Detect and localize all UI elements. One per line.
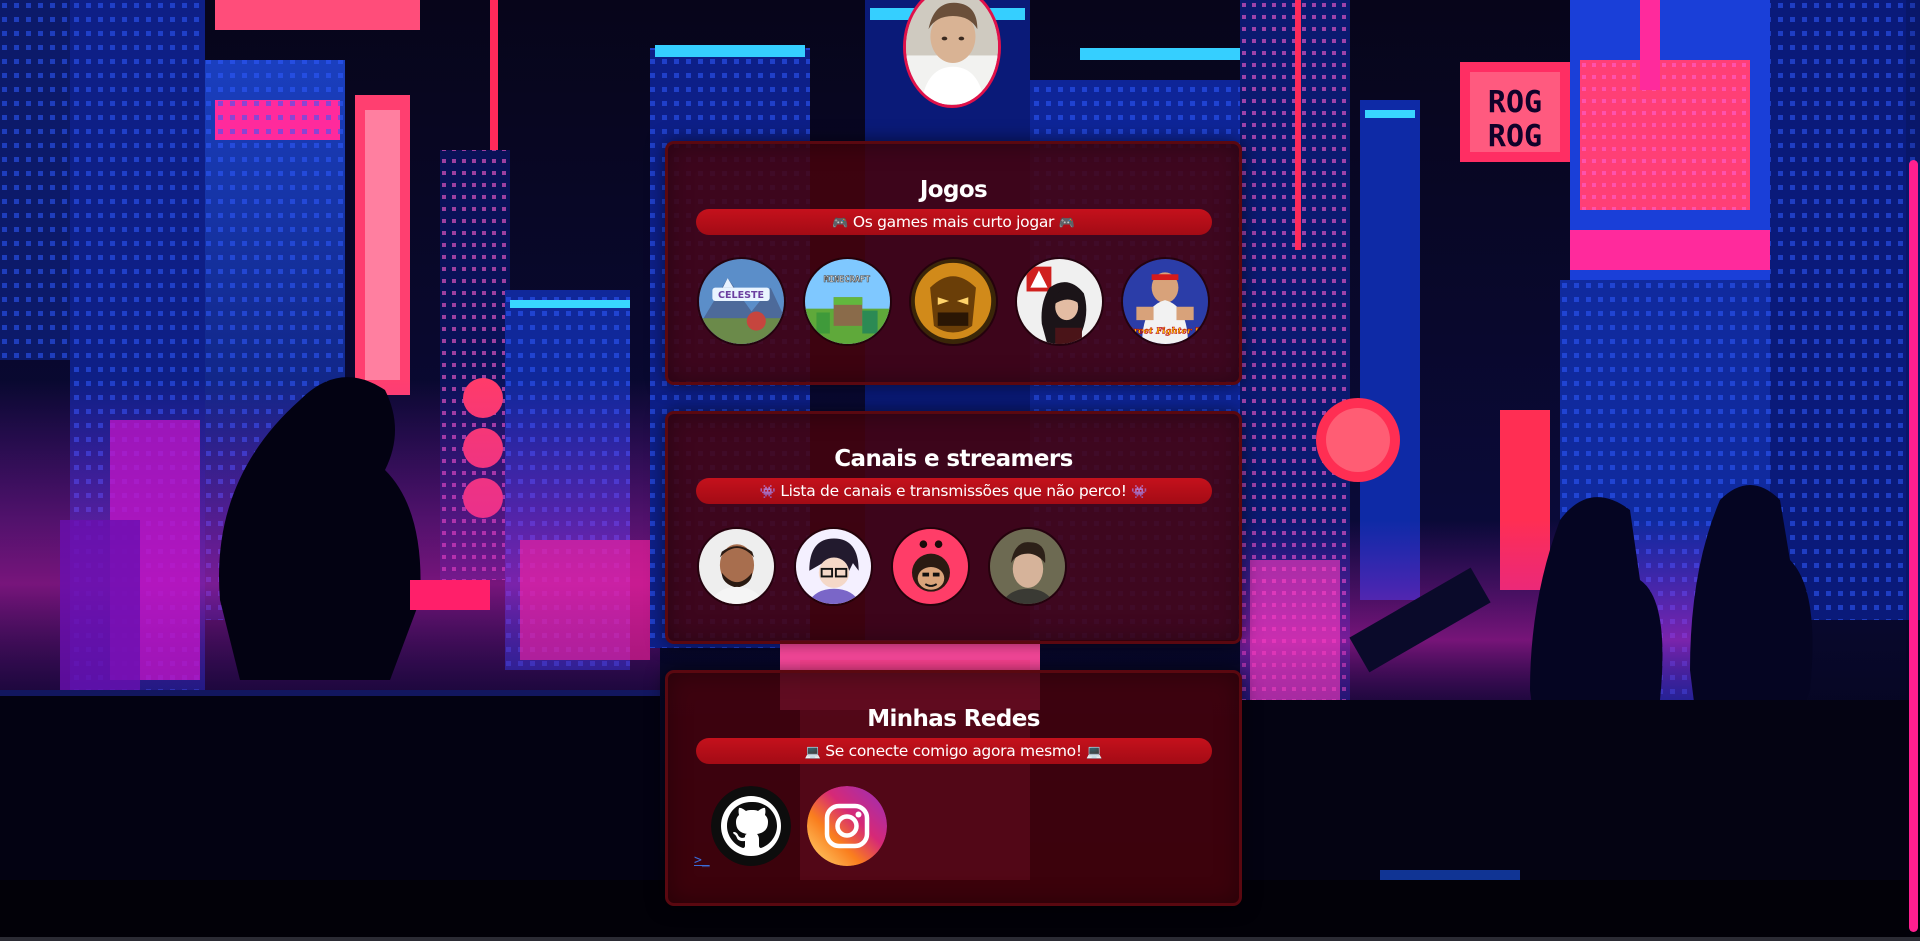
github-link[interactable] bbox=[711, 786, 791, 866]
laptop-emoji-icon: 💻 bbox=[804, 745, 821, 760]
games-card: Jogos 🎮 Os games mais curto jogar 🎮 CELE… bbox=[665, 141, 1242, 385]
page-scrollbar[interactable] bbox=[1906, 0, 1920, 941]
streamer-1[interactable] bbox=[697, 527, 776, 606]
streamer-2[interactable] bbox=[794, 527, 873, 606]
celeste-logo: CELESTE bbox=[718, 290, 764, 301]
games-list: CELESTE MINECRAFT Street Fighter III bbox=[697, 257, 1210, 346]
street-fighter-logo: Street Fighter III bbox=[1123, 326, 1207, 336]
game-apex-legends[interactable] bbox=[1015, 257, 1104, 346]
apex-legends-cover-icon bbox=[1017, 259, 1102, 344]
game-mortal-kombat[interactable] bbox=[909, 257, 998, 346]
streamers-subtitle: Lista de canais e transmissões que não p… bbox=[780, 482, 1127, 500]
social-subtitle: Se conecte comigo agora mesmo! bbox=[825, 742, 1082, 760]
page: ROG ROG Jogos 🎮 Os games mais curto joga… bbox=[0, 0, 1920, 941]
games-title: Jogos bbox=[919, 177, 988, 203]
minecraft-logo: MINECRAFT bbox=[824, 275, 870, 285]
streamer-4[interactable] bbox=[988, 527, 1067, 606]
bottom-edge bbox=[0, 937, 1920, 941]
laptop-emoji-icon: 💻 bbox=[1086, 745, 1103, 760]
instagram-icon bbox=[807, 786, 887, 866]
scrollbar-thumb[interactable] bbox=[1909, 160, 1918, 932]
streamers-subtitle-pill: 👾 Lista de canais e transmissões que não… bbox=[695, 478, 1212, 504]
instagram-link[interactable] bbox=[807, 786, 887, 866]
games-subtitle: Os games mais curto jogar bbox=[852, 213, 1055, 231]
minecraft-cover-icon: MINECRAFT bbox=[805, 259, 890, 344]
celeste-cover-icon: CELESTE bbox=[699, 259, 784, 344]
svg-text:ROG: ROG bbox=[1488, 119, 1542, 154]
terminal-prompt-icon: >_ bbox=[694, 853, 710, 868]
social-subtitle-pill: 💻 Se conecte comigo agora mesmo! 💻 bbox=[695, 738, 1212, 764]
svg-text:ROG: ROG bbox=[1488, 85, 1542, 120]
gamepad-emoji-icon: 🎮 bbox=[1058, 216, 1075, 231]
streamer-4-avatar-icon bbox=[990, 529, 1065, 604]
streamers-list bbox=[697, 527, 1067, 606]
street-fighter-cover-icon: Street Fighter III bbox=[1123, 259, 1208, 344]
streamer-3[interactable] bbox=[891, 527, 970, 606]
alien-emoji-icon: 👾 bbox=[759, 485, 776, 500]
alien-emoji-icon: 👾 bbox=[1131, 485, 1148, 500]
streamers-card: Canais e streamers 👾 Lista de canais e t… bbox=[665, 411, 1242, 644]
streamers-title: Canais e streamers bbox=[834, 446, 1073, 472]
streamer-3-avatar-icon bbox=[893, 529, 968, 604]
profile-photo-icon bbox=[906, 0, 998, 105]
streamer-2-avatar-icon bbox=[796, 529, 871, 604]
game-celeste[interactable]: CELESTE bbox=[697, 257, 786, 346]
github-icon bbox=[711, 786, 791, 866]
social-card: Minhas Redes 💻 Se conecte comigo agora m… bbox=[665, 670, 1242, 906]
game-street-fighter[interactable]: Street Fighter III bbox=[1121, 257, 1210, 346]
social-title: Minhas Redes bbox=[867, 706, 1040, 732]
gamepad-emoji-icon: 🎮 bbox=[832, 216, 849, 231]
games-subtitle-pill: 🎮 Os games mais curto jogar 🎮 bbox=[695, 209, 1212, 235]
social-list bbox=[711, 786, 887, 866]
streamer-1-avatar-icon bbox=[699, 529, 774, 604]
mortal-kombat-cover-icon bbox=[911, 259, 996, 344]
game-minecraft[interactable]: MINECRAFT bbox=[803, 257, 892, 346]
